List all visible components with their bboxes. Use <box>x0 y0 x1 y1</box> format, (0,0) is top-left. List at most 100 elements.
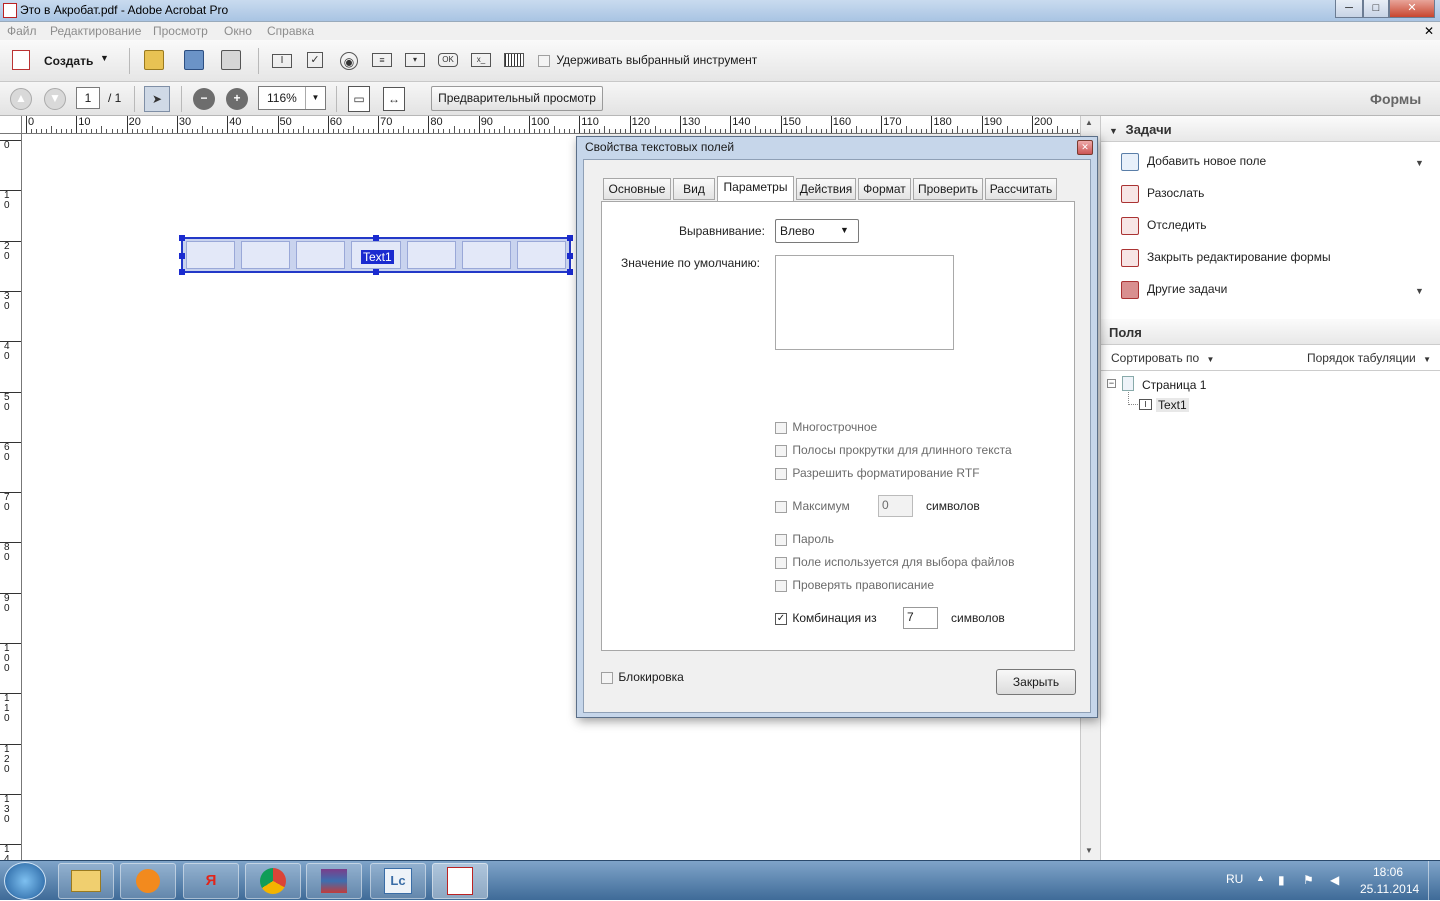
multiline-option[interactable]: Многострочное <box>775 420 877 434</box>
menu-view[interactable]: Просмотр <box>153 24 208 38</box>
task-close-form-editing[interactable]: Закрыть редактирование формы <box>1121 249 1331 271</box>
default-value-textarea[interactable] <box>775 255 954 350</box>
lock-option[interactable]: Блокировка <box>601 670 684 684</box>
zoom-input[interactable]: 116% ▼ <box>258 86 326 110</box>
checkbox-tool-icon[interactable]: ✓ <box>307 52 323 68</box>
prev-page-icon[interactable]: ▲ <box>10 88 32 110</box>
taskbar-chrome[interactable] <box>245 863 301 899</box>
scroll-long-text-checkbox[interactable] <box>775 444 787 457</box>
radio-button-tool-icon[interactable]: ◉ <box>340 52 358 70</box>
document-close-button[interactable]: ✕ <box>1424 24 1434 38</box>
password-option[interactable]: Пароль <box>775 532 834 546</box>
keep-tool-check[interactable] <box>538 54 550 67</box>
taskbar-acrobat[interactable] <box>432 863 488 899</box>
tree-expander-icon[interactable]: − <box>1107 379 1116 388</box>
password-checkbox[interactable] <box>775 533 787 546</box>
multiline-checkbox[interactable] <box>775 421 787 434</box>
dialog-close-action-button[interactable]: Закрыть <box>996 669 1076 695</box>
tab-actions[interactable]: Действия <box>796 178 856 200</box>
resize-handle[interactable] <box>373 235 379 241</box>
volume-icon[interactable]: ◀ <box>1330 873 1339 887</box>
minimize-button[interactable]: ─ <box>1335 0 1363 18</box>
scroll-long-text-option[interactable]: Полосы прокрутки для длинного текста <box>775 443 1012 457</box>
fit-page-icon[interactable]: ▭ <box>348 86 370 112</box>
clock-time[interactable]: 18:06 <box>1373 865 1403 879</box>
zoom-dropdown-icon[interactable]: ▼ <box>305 87 325 109</box>
resize-handle[interactable] <box>567 235 573 241</box>
tree-page-label[interactable]: Страница 1 <box>1142 378 1206 392</box>
tray-expand-icon[interactable]: ▲ <box>1256 873 1265 883</box>
text-field-tool-icon[interactable]: I <box>272 54 292 68</box>
menu-window[interactable]: Окно <box>224 24 252 38</box>
signature-tool-icon[interactable]: x_ <box>471 53 491 67</box>
taskbar-explorer[interactable] <box>58 863 114 899</box>
file-select-checkbox[interactable] <box>775 556 787 569</box>
show-desktop-button[interactable] <box>1428 861 1440 901</box>
resize-handle[interactable] <box>373 269 379 275</box>
menu-file[interactable]: Файл <box>7 24 37 38</box>
tab-general[interactable]: Основные <box>603 178 671 200</box>
menu-help[interactable]: Справка <box>267 24 314 38</box>
fit-width-icon[interactable]: ↔ <box>383 87 405 111</box>
close-window-button[interactable]: ✕ <box>1389 0 1435 18</box>
next-page-icon[interactable]: ▼ <box>44 88 66 110</box>
dialog-close-button[interactable]: ✕ <box>1077 140 1093 155</box>
action-center-icon[interactable]: ⚑ <box>1303 873 1314 887</box>
tab-options[interactable]: Параметры <box>717 176 794 201</box>
list-box-tool-icon[interactable]: ≡ <box>372 53 392 67</box>
select-arrow-icon[interactable]: ➤ <box>144 86 170 112</box>
dropdown-tool-icon[interactable]: ▾ <box>405 53 425 67</box>
keep-tool-checkbox[interactable]: Удерживать выбранный инструмент <box>538 53 757 67</box>
task-add-field[interactable]: Добавить новое поле <box>1121 153 1266 175</box>
sort-by-dropdown[interactable]: Сортировать по ▼ <box>1111 351 1214 365</box>
scroll-down-icon[interactable]: ▼ <box>1085 846 1093 855</box>
clock-date[interactable]: 25.11.2014 <box>1360 882 1419 896</box>
tasks-header[interactable]: ▼ Задачи <box>1101 116 1440 142</box>
alignment-select[interactable]: Влево ▼ <box>775 219 859 243</box>
tree-field-label[interactable]: Text1 <box>1156 398 1189 412</box>
resize-handle[interactable] <box>567 253 573 259</box>
network-icon[interactable]: ▮ <box>1278 873 1285 887</box>
tab-order-dropdown[interactable]: Порядок табуляции ▼ <box>1307 351 1431 365</box>
task-other[interactable]: Другие задачи <box>1121 281 1227 303</box>
spell-check-checkbox[interactable] <box>775 579 787 592</box>
page-number-input[interactable]: 1 <box>76 87 100 109</box>
preview-button[interactable]: Предварительный просмотр <box>431 86 603 111</box>
rich-text-option[interactable]: Разрешить форматирование RTF <box>775 466 980 480</box>
open-folder-icon[interactable] <box>144 50 164 70</box>
start-button[interactable] <box>4 862 46 900</box>
maximize-button[interactable]: □ <box>1363 0 1389 18</box>
resize-handle[interactable] <box>179 253 185 259</box>
file-select-option[interactable]: Поле используется для выбора файлов <box>775 555 1014 569</box>
comb-text-field[interactable]: Text1 <box>179 235 573 275</box>
task-distribute[interactable]: Разослать <box>1121 185 1204 207</box>
max-chars-checkbox[interactable] <box>775 500 787 513</box>
rich-text-checkbox[interactable] <box>775 467 787 480</box>
lock-checkbox[interactable] <box>601 671 613 684</box>
taskbar-yandex[interactable]: Я <box>183 863 239 899</box>
create-button[interactable]: Создать ▼ <box>10 49 114 73</box>
taskbar-media-player[interactable] <box>120 863 176 899</box>
tab-calculate[interactable]: Рассчитать <box>985 178 1057 200</box>
resize-handle[interactable] <box>179 235 185 241</box>
add-field-dropdown-icon[interactable]: ▼ <box>1415 158 1424 168</box>
comb-option[interactable]: ✓ Комбинация из <box>775 611 877 625</box>
scroll-up-icon[interactable]: ▲ <box>1085 118 1093 127</box>
comb-count-input[interactable]: 7 <box>903 607 938 629</box>
resize-handle[interactable] <box>567 269 573 275</box>
tab-appearance[interactable]: Вид <box>673 178 715 200</box>
barcode-tool-icon[interactable] <box>504 53 524 67</box>
print-icon[interactable] <box>221 50 241 70</box>
language-indicator[interactable]: RU <box>1226 872 1243 886</box>
tab-validate[interactable]: Проверить <box>913 178 983 200</box>
task-track[interactable]: Отследить <box>1121 217 1207 239</box>
zoom-out-icon[interactable]: − <box>193 88 215 110</box>
max-chars-option[interactable]: Максимум <box>775 499 850 513</box>
comb-checkbox[interactable]: ✓ <box>775 612 787 625</box>
other-tasks-dropdown-icon[interactable]: ▼ <box>1415 286 1424 296</box>
taskbar-livecycle[interactable]: Lc <box>370 863 426 899</box>
tab-format[interactable]: Формат <box>858 178 911 200</box>
zoom-in-icon[interactable]: + <box>226 88 248 110</box>
spell-check-option[interactable]: Проверять правописание <box>775 578 934 592</box>
button-tool-icon[interactable]: OK <box>438 53 458 67</box>
